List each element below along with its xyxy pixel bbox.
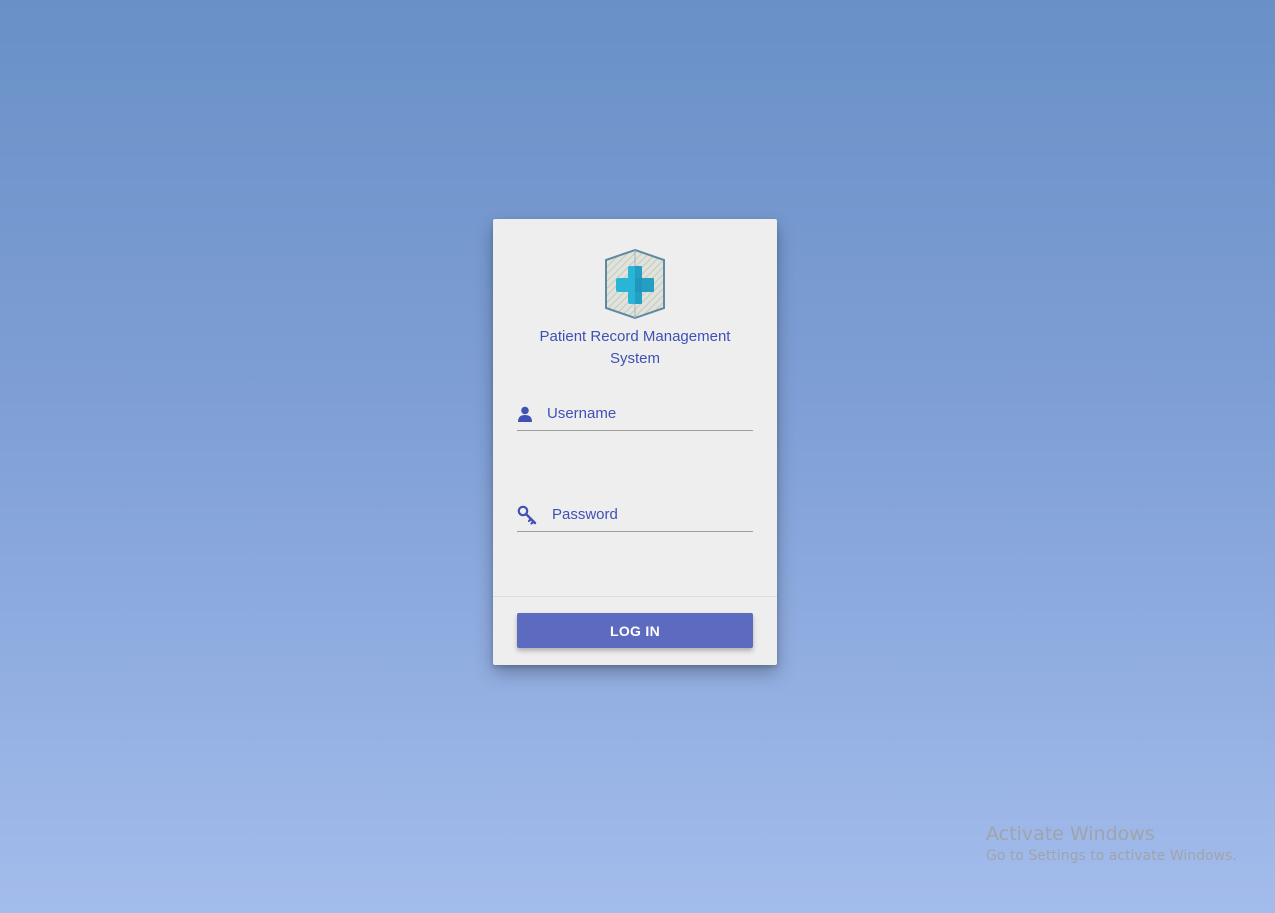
windows-activation-watermark: Activate Windows Go to Settings to activ… [986,822,1237,866]
watermark-subtitle: Go to Settings to activate Windows. [986,848,1237,864]
login-button[interactable]: LOG IN [517,613,753,648]
medical-cross-shield-icon [605,248,665,320]
password-input[interactable] [552,499,751,529]
username-input[interactable] [547,398,751,428]
card-divider [493,596,777,597]
app-title: Patient Record Management System [539,328,731,367]
password-field [517,499,753,532]
user-icon [518,406,532,422]
key-icon [517,505,537,525]
watermark-title: Activate Windows [986,823,1155,845]
login-card: Patient Record Management System LOG IN [493,219,777,665]
username-field [517,398,753,431]
